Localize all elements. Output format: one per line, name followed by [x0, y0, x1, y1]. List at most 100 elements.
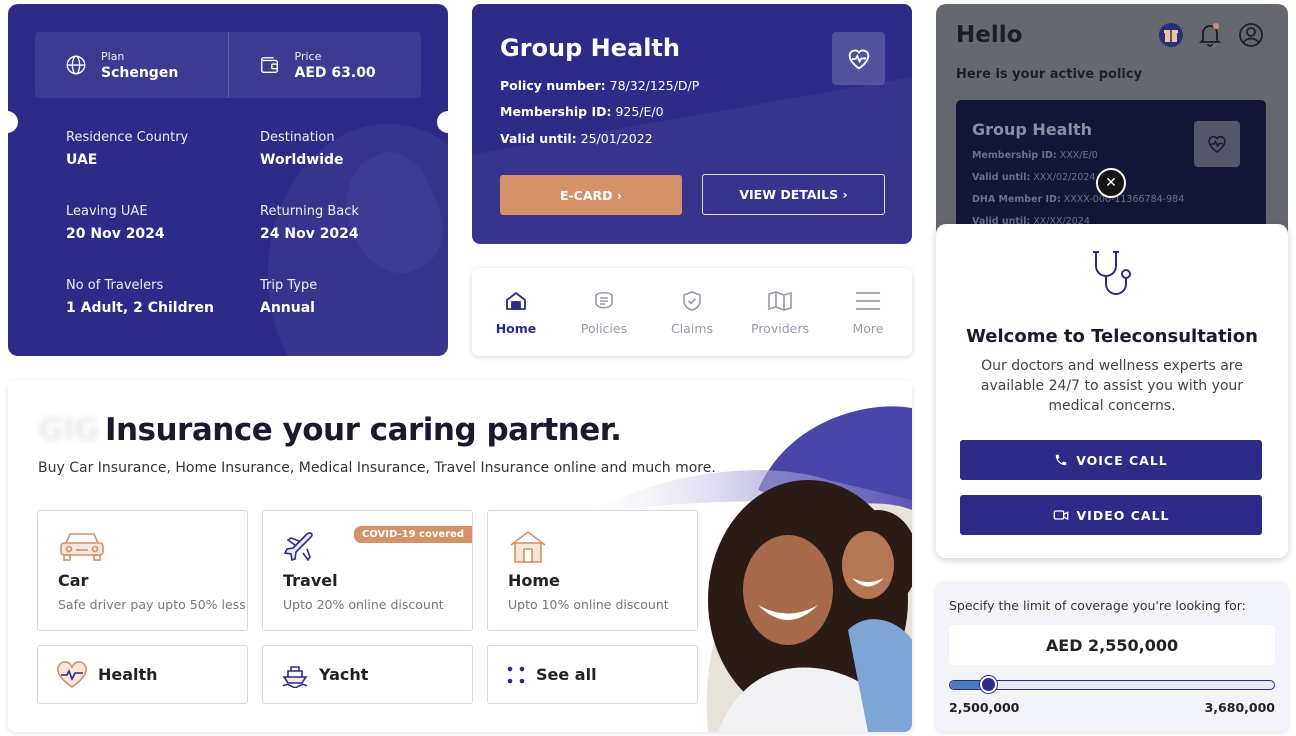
product-health[interactable]: Health	[37, 645, 248, 704]
product-travel[interactable]: COVID-19 covered Travel Upto 20% online …	[262, 510, 473, 631]
field-value: 1 Adult, 2 Children	[66, 300, 214, 316]
voice-call-button[interactable]: VOICE CALL	[960, 440, 1262, 480]
nav-item-claims[interactable]: Claims	[648, 268, 736, 356]
house-icon	[510, 530, 546, 563]
field-value: 24 Nov 2024	[260, 226, 359, 242]
field-value: UAE	[66, 152, 98, 168]
voice-call-label: VOICE CALL	[1076, 452, 1168, 468]
card-line: DHA Member ID: XXXX-000-11366784-984	[972, 194, 1184, 205]
card-line: Valid until: XXX/02/2024	[972, 172, 1095, 183]
hello-subtitle: Here is your active policy	[956, 67, 1143, 82]
slider-handle[interactable]	[979, 676, 997, 693]
product-see-all[interactable]: See all	[487, 645, 698, 704]
dots-icon	[507, 666, 525, 683]
policies-icon	[595, 291, 613, 309]
product-name: Car	[58, 571, 89, 590]
leaving-field: Leaving UAE 20 Nov 2024	[66, 204, 165, 242]
product-desc: Upto 20% online discount	[283, 597, 444, 612]
nav-label: Home	[495, 320, 537, 336]
video-call-label: VIDEO CALL	[1076, 507, 1170, 523]
video-icon	[1053, 510, 1068, 521]
insurance-hero-card: GIG Insurance your caring partner. Buy Ca…	[8, 380, 912, 732]
field-label: Trip Type	[260, 278, 318, 293]
valid-until-value: 25/01/2022	[580, 131, 653, 146]
plan-label: Plan	[101, 49, 125, 63]
ecard-button[interactable]: E-CARD ›	[500, 175, 682, 215]
bell-icon[interactable]	[1198, 22, 1222, 48]
coverage-label: Specify the limit of coverage you're loo…	[949, 598, 1246, 613]
nav-item-home[interactable]: Home	[472, 268, 560, 356]
field-label: Residence Country	[66, 130, 189, 145]
valid-until-label: Valid until:	[500, 131, 577, 146]
card-line-value: XXX/02/2024	[1033, 172, 1096, 183]
field-label: No of Travelers	[66, 278, 164, 293]
covid-badge: COVID-19 covered	[353, 526, 472, 543]
yacht-icon	[282, 665, 308, 688]
residence-field: Residence Country UAE	[66, 130, 188, 168]
card-line-label: Valid until:	[972, 172, 1031, 183]
nav-label: Claims	[670, 320, 714, 336]
map-icon	[768, 290, 792, 311]
menu-icon	[856, 291, 880, 310]
product-yacht[interactable]: Yacht	[262, 645, 473, 704]
valid-until-line: Valid until: 25/01/2022	[500, 131, 653, 146]
field-label: Destination	[260, 130, 335, 145]
group-health-card: Group Health Policy number: 78/32/125/D/…	[472, 4, 912, 244]
card-line: Membership ID: XXX/E/0	[972, 150, 1098, 161]
destination-field: Destination Worldwide	[260, 130, 344, 168]
product-car[interactable]: Car Safe driver pay upto 50% less	[37, 510, 248, 631]
tele-title: Welcome to Teleconsultation	[966, 326, 1258, 347]
claims-icon	[683, 290, 701, 311]
close-modal-button[interactable]: ✕	[1096, 168, 1126, 198]
product-desc: Safe driver pay upto 50% less	[58, 597, 246, 612]
nav-label: More	[852, 320, 884, 336]
globe-icon	[66, 55, 86, 75]
nav-item-providers[interactable]: Providers	[736, 268, 824, 356]
nav-item-policies[interactable]: Policies	[560, 268, 648, 356]
gift-icon[interactable]	[1158, 22, 1184, 48]
field-value: 20 Nov 2024	[66, 226, 165, 242]
hero-subtitle: Buy Car Insurance, Home Insurance, Medic…	[38, 460, 716, 476]
plan-price-box: Plan Schengen Price AED 63.00	[35, 32, 421, 98]
product-name: Travel	[283, 571, 338, 590]
policy-number-line: Policy number: 78/32/125/D/P	[500, 78, 699, 93]
user-icon[interactable]	[1238, 22, 1264, 48]
membership-value: 925/E/0	[615, 104, 664, 119]
wallet-icon	[260, 56, 278, 74]
price-cell: Price AED 63.00	[227, 32, 422, 98]
membership-line: Membership ID: 925/E/0	[500, 104, 664, 119]
product-name: Home	[508, 571, 560, 590]
hello-title: Hello	[956, 22, 1023, 48]
stethoscope-icon	[1093, 251, 1131, 295]
field-label: Leaving UAE	[66, 204, 148, 219]
home-icon	[506, 291, 526, 310]
tele-body: Our doctors and wellness experts are ava…	[980, 358, 1244, 414]
heartbeat-icon	[832, 32, 885, 85]
nav-label: Providers	[751, 320, 809, 336]
product-home[interactable]: Home Upto 10% online discount	[487, 510, 698, 631]
video-call-button[interactable]: VIDEO CALL	[960, 495, 1262, 535]
card-line-label: DHA Member ID:	[972, 194, 1061, 205]
card-line-value: XXX/E/0	[1059, 150, 1098, 161]
heartbeat-icon	[1194, 121, 1240, 167]
price-label: Price	[294, 49, 322, 63]
policy-number-value: 78/32/125/D/P	[609, 78, 700, 93]
product-name: See all	[536, 665, 597, 684]
membership-label: Membership ID:	[500, 104, 612, 119]
view-details-button[interactable]: VIEW DETAILS ›	[702, 174, 885, 215]
hello-panel: Hello Here is your active policy Group H…	[936, 4, 1288, 244]
active-policy-title: Group Health	[972, 120, 1092, 139]
group-health-title: Group Health	[500, 34, 680, 62]
card-line-value: XXXX-000-11366784-984	[1063, 194, 1185, 205]
product-name: Health	[98, 665, 158, 684]
hero-title: GIG Insurance your caring partner.	[38, 412, 622, 448]
card-line-label: Membership ID:	[972, 150, 1057, 161]
coverage-amount: AED 2,550,000	[949, 625, 1275, 665]
field-value: Worldwide	[260, 152, 344, 168]
brand-logo: GIG	[38, 412, 99, 448]
coverage-slider[interactable]	[949, 676, 1275, 693]
nav-item-more[interactable]: More	[824, 268, 912, 356]
nav-label: Policies	[580, 320, 628, 336]
field-label: Returning Back	[260, 204, 359, 219]
policy-number-label: Policy number:	[500, 78, 606, 93]
